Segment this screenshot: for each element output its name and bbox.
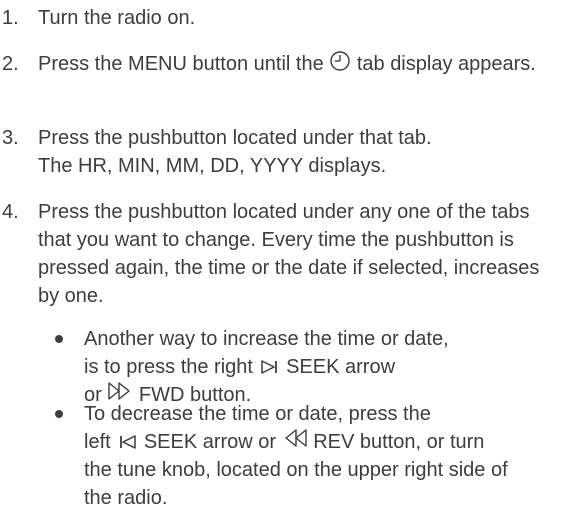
bullet-text: Another way to increase the time or date… <box>84 325 567 409</box>
bullet-line-part: SEEK arrow or <box>143 431 277 453</box>
step-text: Press the pushbutton located under any o… <box>38 201 540 307</box>
bullet-line: To decrease the time or date, press the <box>84 403 431 425</box>
step-number: 4. <box>2 201 19 223</box>
bullet-line-part: is to press the right <box>84 356 253 378</box>
step-number: 1. <box>2 7 19 29</box>
bullet-line: left SEEK arrow or REV button, or turn <box>84 428 567 456</box>
bullet-decrease: To decrease the time or date, press the … <box>47 400 567 512</box>
bullet-line-part: REV button, or turn <box>313 431 485 453</box>
seek-right-icon <box>259 359 281 375</box>
step-4: 4. Press the pushbutton located under an… <box>2 198 567 310</box>
clock-icon <box>329 50 351 72</box>
step-number: 3. <box>2 127 19 149</box>
bullet-line-part: left <box>84 431 111 453</box>
step-3: 3. Press the pushbutton located under th… <box>2 124 567 180</box>
step-text-line: Press the pushbutton located under that … <box>38 127 432 149</box>
step-1: 1. Turn the radio on. <box>2 4 567 32</box>
step-text: Turn the radio on. <box>38 7 196 29</box>
step-text-line: The HR, MIN, MM, DD, YYYY displays. <box>38 155 387 177</box>
bullet-increase: Another way to increase the time or date… <box>47 325 567 409</box>
bullet-dot <box>55 410 63 418</box>
step-text-before: Press the MENU button until the <box>38 53 324 75</box>
bullet-line: Another way to increase the time or date… <box>84 328 449 350</box>
bullet-line-part: SEEK arrow <box>286 356 396 378</box>
bullet-line: the radio. <box>84 487 168 509</box>
bullet-dot <box>55 335 63 343</box>
bullet-text: To decrease the time or date, press the … <box>84 400 567 512</box>
step-number: 2. <box>2 53 19 75</box>
rewind-icon <box>282 428 308 448</box>
step-text-after: tab display appears. <box>356 53 536 75</box>
bullet-line: the tune knob, located on the upper righ… <box>84 459 508 481</box>
step-text: Press the MENU button until the tab disp… <box>38 50 567 78</box>
step-2: 2. Press the MENU button until the tab d… <box>2 50 567 78</box>
bullet-line: is to press the right SEEK arrow <box>84 353 567 381</box>
fast-forward-icon <box>107 381 133 401</box>
step-text: Press the pushbutton located under that … <box>38 124 567 180</box>
seek-left-icon <box>116 434 138 450</box>
